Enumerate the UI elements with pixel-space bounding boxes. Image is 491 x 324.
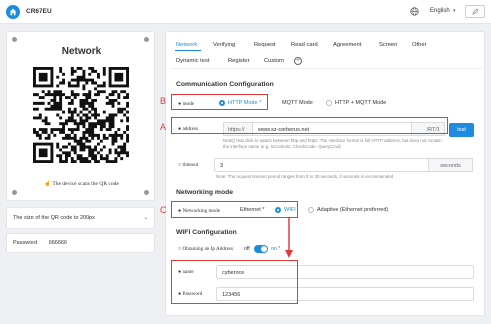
annotation-b: B bbox=[160, 96, 167, 106]
add-tab-icon[interactable]: + bbox=[294, 57, 302, 65]
dhcp-toggle[interactable] bbox=[254, 245, 268, 253]
qr-panel: Network ☝ The device scans the QR code bbox=[6, 31, 155, 201]
tab-network[interactable]: Network bbox=[176, 42, 197, 48]
tab-custom[interactable]: Custom bbox=[264, 58, 284, 64]
hand-icon: ☝ bbox=[44, 181, 52, 187]
annotation-box-mode bbox=[171, 94, 268, 110]
language-select[interactable]: English bbox=[430, 8, 450, 14]
tab-other[interactable]: Other bbox=[412, 42, 427, 48]
annotation-arrow bbox=[285, 217, 293, 258]
timeout-unit: seconds bbox=[428, 158, 473, 172]
corner-dot bbox=[144, 190, 149, 195]
annotation-c: C bbox=[160, 205, 167, 215]
ip-label: ○ Obtaining an Ip Address bbox=[178, 246, 233, 252]
tab-agreement[interactable]: Agreement bbox=[333, 42, 361, 48]
annotation-box-networking bbox=[171, 201, 298, 218]
radio-adaptive-label: Adaptive (Ethernet preferred) bbox=[317, 207, 389, 213]
section-title-wifi: WIFI Configuration bbox=[176, 229, 237, 236]
panel-title: Network bbox=[61, 46, 102, 57]
tab-read-card[interactable]: Read card bbox=[291, 42, 318, 48]
globe-icon[interactable] bbox=[410, 7, 419, 16]
qr-size-select[interactable]: The size of the QR code to 200px ⌄ bbox=[6, 207, 155, 229]
radio-http-mqtt-label: HTTP + MQTT Mode bbox=[335, 100, 387, 106]
home-icon[interactable] bbox=[6, 5, 20, 19]
annotation-box-wifi bbox=[171, 260, 298, 304]
timeout-input[interactable]: 3 bbox=[214, 158, 429, 172]
top-bar: CR67EU English ▾ bbox=[0, 0, 491, 24]
qr-code bbox=[33, 67, 129, 163]
timeout-label-text: timeout bbox=[182, 162, 199, 168]
address-note: Note() that click to switch between http… bbox=[223, 138, 442, 149]
password-label: Password bbox=[13, 240, 38, 246]
chevron-down-icon: ⌄ bbox=[143, 215, 148, 221]
annotation-box-address bbox=[171, 117, 448, 134]
ip-label-text: Obtaining an Ip Address bbox=[182, 246, 234, 252]
left-password-row: Password 666666 bbox=[6, 233, 155, 253]
tab-register[interactable]: Register bbox=[228, 58, 250, 64]
qr-size-value: The size of the QR code to 200px bbox=[13, 215, 95, 221]
radio-http-mqtt-mode[interactable]: HTTP + MQTT Mode bbox=[326, 100, 386, 106]
corner-dot bbox=[144, 37, 149, 42]
section-title-networking: Networking mode bbox=[176, 189, 234, 196]
radio-mqtt-mode[interactable]: MQTT Mode bbox=[282, 100, 313, 106]
edit-button[interactable] bbox=[465, 5, 485, 18]
divider bbox=[170, 68, 482, 69]
tab-verifying[interactable]: Verifying bbox=[213, 42, 235, 48]
on-label: on * bbox=[271, 246, 281, 252]
section-title-communication: Communication Configuration bbox=[176, 81, 274, 88]
scan-note: ☝ The device scans the QR code bbox=[7, 181, 156, 187]
test-button[interactable]: test bbox=[449, 123, 474, 137]
tab-screen[interactable]: Screen bbox=[379, 42, 397, 48]
scan-note-text: The device scans the QR code bbox=[52, 181, 119, 187]
chevron-down-icon: ▾ bbox=[453, 8, 456, 14]
active-tab-indicator bbox=[175, 50, 201, 51]
password-value: 666666 bbox=[48, 240, 68, 246]
timeout-note: Note: The request timeout period ranges … bbox=[216, 174, 394, 179]
radio-adaptive[interactable]: Adaptive (Ethernet preferred) bbox=[308, 207, 388, 213]
app-title: CR67EU bbox=[26, 8, 52, 15]
timeout-label: ○ timeout bbox=[178, 162, 198, 168]
off-label: off bbox=[244, 246, 250, 252]
radio-mqtt-label: MQTT Mode bbox=[282, 100, 313, 106]
corner-dot bbox=[12, 190, 17, 195]
annotation-a: A bbox=[160, 122, 167, 132]
corner-dot bbox=[12, 37, 17, 42]
tab-request[interactable]: Request bbox=[254, 42, 276, 48]
edit-icon bbox=[471, 8, 479, 15]
tab-dynamic-test[interactable]: Dynamic test bbox=[176, 58, 210, 64]
